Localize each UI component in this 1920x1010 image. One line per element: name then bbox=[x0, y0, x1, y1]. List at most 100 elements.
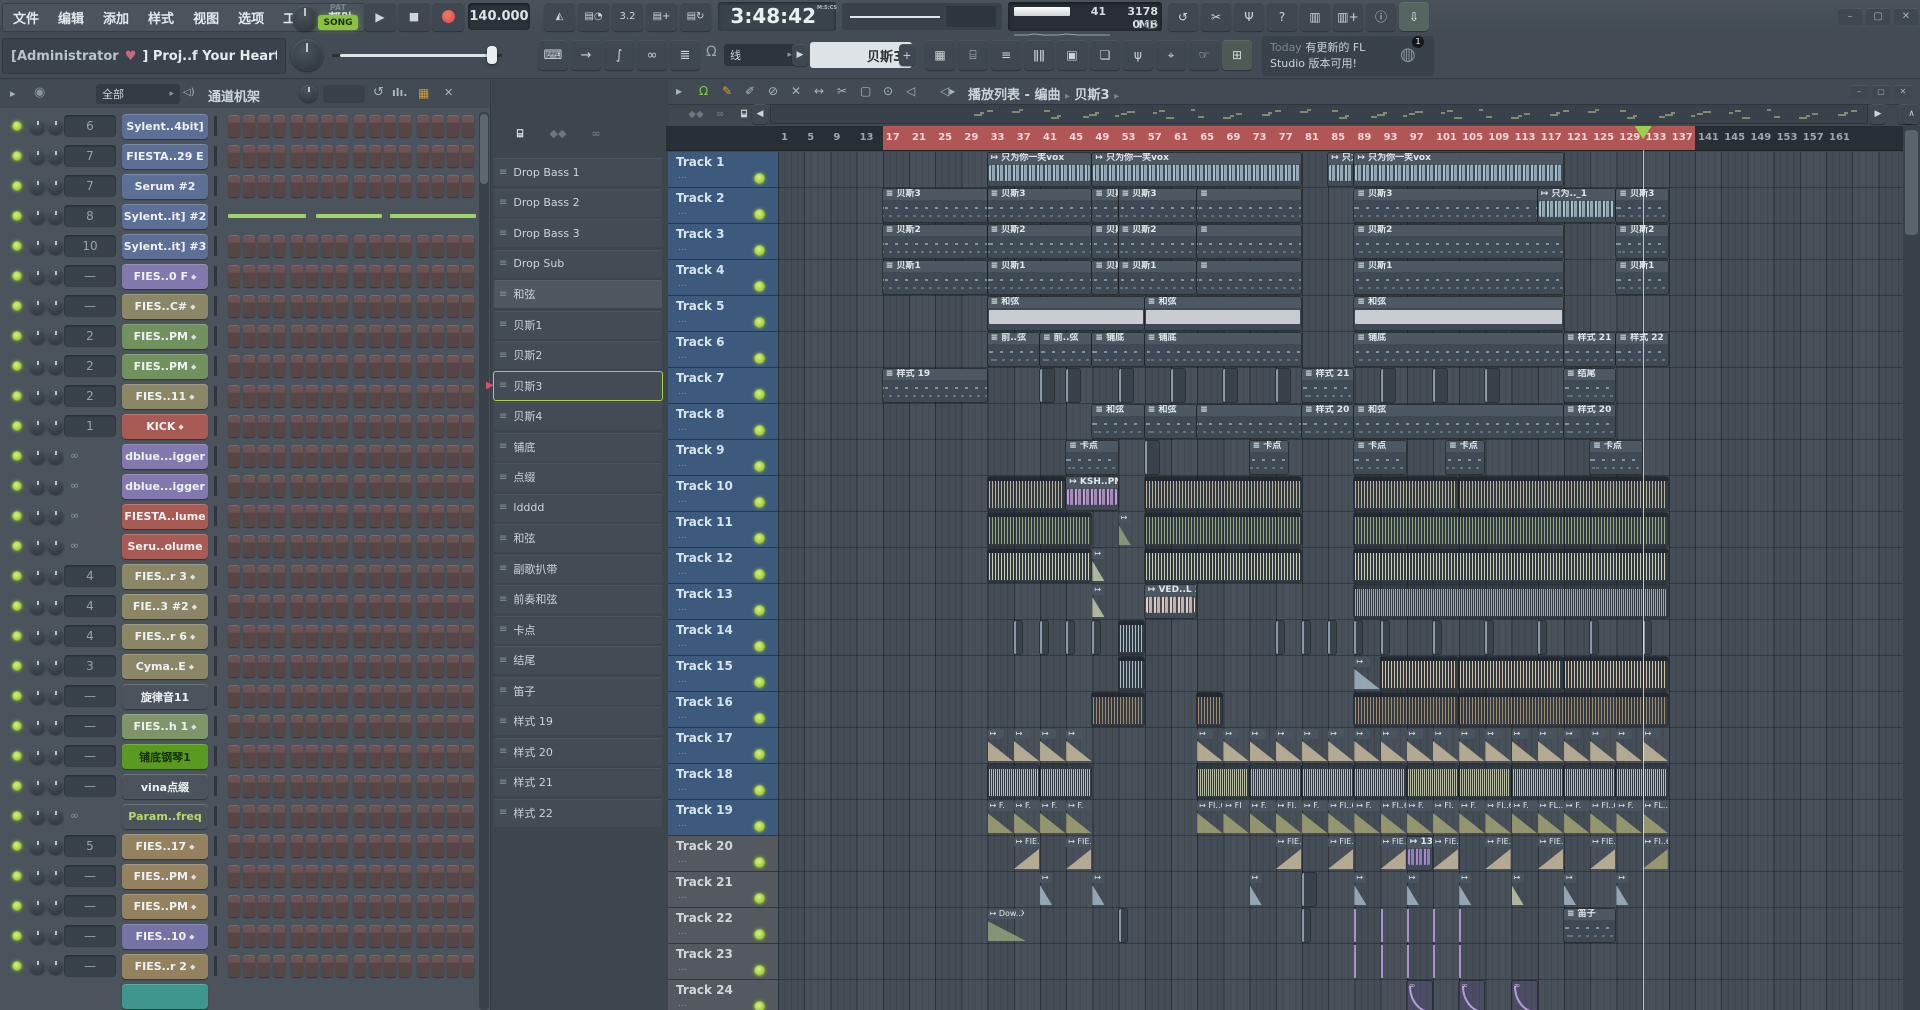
step-cell[interactable] bbox=[228, 445, 240, 467]
step-cell[interactable] bbox=[354, 655, 366, 677]
clip[interactable] bbox=[1564, 765, 1615, 798]
channel-button[interactable]: FIESTA..lume bbox=[122, 504, 208, 529]
mixer-track-number[interactable]: 3 bbox=[64, 655, 116, 677]
piano-roll-preview[interactable] bbox=[228, 214, 306, 218]
clip[interactable]: ↦ VED..L 27 bbox=[1145, 585, 1196, 618]
clip[interactable] bbox=[1381, 657, 1459, 690]
menu-item-4[interactable]: 视图 bbox=[193, 8, 219, 27]
clip[interactable]: ≡ 和弦 bbox=[988, 297, 1144, 330]
step-cell[interactable] bbox=[243, 685, 255, 707]
clip-fade[interactable]: ↦ bbox=[1459, 729, 1484, 762]
mixer-track-number[interactable]: — bbox=[64, 865, 116, 887]
step-cell[interactable] bbox=[384, 865, 396, 887]
step-cell[interactable] bbox=[384, 145, 396, 167]
step-cell[interactable] bbox=[462, 715, 474, 737]
step-cell[interactable] bbox=[228, 685, 240, 707]
step-cell[interactable] bbox=[399, 595, 411, 617]
step-cell[interactable] bbox=[462, 235, 474, 257]
clip[interactable]: ≡ 样式 21 bbox=[1564, 333, 1615, 366]
step-cell[interactable] bbox=[336, 535, 348, 557]
time-display[interactable]: 3:48:42M:S:CS bbox=[718, 2, 836, 31]
channel-volume-knob[interactable] bbox=[48, 299, 63, 314]
save-new-version-icon[interactable]: ▥+ bbox=[1333, 2, 1363, 31]
project-pages-icon[interactable]: ❏ bbox=[1090, 40, 1120, 70]
clip[interactable]: ≡ 铺底 bbox=[1092, 333, 1143, 366]
step-cell[interactable] bbox=[336, 295, 348, 317]
track-header[interactable]: Track 10... bbox=[668, 476, 778, 512]
clip[interactable] bbox=[1145, 513, 1301, 546]
channel-mute-strip[interactable] bbox=[214, 686, 217, 706]
step-cell[interactable] bbox=[306, 115, 318, 137]
step-cell[interactable] bbox=[228, 925, 240, 947]
step-cell[interactable] bbox=[321, 175, 333, 197]
step-cell[interactable] bbox=[306, 685, 318, 707]
mixer-track-number[interactable]: 4 bbox=[64, 565, 116, 587]
channel-volume-knob[interactable] bbox=[48, 509, 63, 524]
mixer-track-number[interactable]: — bbox=[64, 685, 116, 707]
channel-button[interactable]: Param..freq bbox=[122, 804, 208, 829]
step-cell[interactable] bbox=[321, 655, 333, 677]
channel-pan-knob[interactable] bbox=[30, 689, 45, 704]
step-cell[interactable] bbox=[354, 805, 366, 827]
channel-mute-led[interactable] bbox=[12, 811, 22, 821]
clip[interactable] bbox=[1197, 693, 1222, 726]
step-cell[interactable] bbox=[417, 655, 429, 677]
step-cell[interactable] bbox=[462, 115, 474, 137]
step-cell[interactable] bbox=[432, 325, 444, 347]
step-cell[interactable] bbox=[228, 235, 240, 257]
track-led[interactable] bbox=[754, 1001, 765, 1010]
playlist-vscrollbar[interactable] bbox=[1903, 126, 1920, 1010]
clip-fade[interactable]: ↦ F. bbox=[988, 801, 1013, 834]
clip[interactable]: ↦ 只为.._1 bbox=[1538, 189, 1616, 222]
step-cell[interactable] bbox=[258, 775, 270, 797]
step-cell[interactable] bbox=[432, 505, 444, 527]
step-cell[interactable] bbox=[462, 145, 474, 167]
clip[interactable] bbox=[1459, 657, 1563, 690]
clip[interactable]: ↦ 只为.._1 bbox=[1328, 153, 1353, 186]
clip-automation-line[interactable] bbox=[1354, 945, 1356, 978]
step-cell[interactable] bbox=[258, 625, 270, 647]
step-cell[interactable] bbox=[258, 805, 270, 827]
step-cell[interactable] bbox=[273, 775, 285, 797]
clip-fade[interactable]: ↦ bbox=[1354, 729, 1379, 762]
clip-fade[interactable]: ↦ bbox=[1092, 873, 1104, 906]
channel-mute-strip[interactable] bbox=[214, 596, 217, 616]
channel-button[interactable]: Sylent..it] #2 bbox=[122, 204, 208, 229]
step-cell[interactable] bbox=[369, 775, 381, 797]
step-cell[interactable] bbox=[273, 655, 285, 677]
mixer-track-number[interactable]: 10 bbox=[64, 235, 116, 257]
keyboard-editor-icon[interactable]: ▦ bbox=[418, 86, 429, 100]
help-icon[interactable]: ? bbox=[1267, 2, 1297, 31]
close-icon[interactable]: ✕ bbox=[444, 86, 453, 99]
typing-keyboard-icon[interactable]: ⌨ bbox=[538, 40, 568, 70]
step-cell[interactable] bbox=[336, 865, 348, 887]
step-cell[interactable] bbox=[354, 835, 366, 857]
step-cell[interactable] bbox=[417, 745, 429, 767]
step-cell[interactable] bbox=[321, 895, 333, 917]
clip-automation-line[interactable] bbox=[1381, 909, 1383, 942]
step-cell[interactable] bbox=[321, 625, 333, 647]
step-cell[interactable] bbox=[258, 145, 270, 167]
clip-mini[interactable] bbox=[1119, 369, 1133, 402]
mixer-track-number[interactable]: — bbox=[64, 925, 116, 947]
step-cell[interactable] bbox=[399, 535, 411, 557]
step-cell[interactable] bbox=[399, 385, 411, 407]
step-cell[interactable] bbox=[447, 415, 459, 437]
step-cell[interactable] bbox=[462, 685, 474, 707]
automation-mini-tab[interactable]: ∞ bbox=[710, 106, 730, 124]
step-cell[interactable] bbox=[321, 925, 333, 947]
step-cell[interactable] bbox=[354, 175, 366, 197]
clip[interactable]: ≡ 样式 20 bbox=[1564, 405, 1615, 438]
track-options[interactable]: ... bbox=[678, 171, 687, 181]
track-led[interactable] bbox=[754, 929, 765, 940]
rack-scrollbar-thumb[interactable] bbox=[480, 114, 488, 184]
step-cell[interactable] bbox=[354, 685, 366, 707]
cut-tool-icon[interactable]: ✂ bbox=[1201, 2, 1231, 31]
channel-volume-knob[interactable] bbox=[48, 929, 63, 944]
clip-fade[interactable]: ↦ FL..6 bbox=[1643, 801, 1668, 834]
track-options[interactable]: ... bbox=[678, 603, 687, 613]
clip-fade[interactable]: ↦ F. bbox=[1616, 801, 1641, 834]
step-cell[interactable] bbox=[354, 355, 366, 377]
channel-mute-led[interactable] bbox=[12, 331, 22, 341]
clip-automation-line[interactable] bbox=[1459, 909, 1461, 942]
